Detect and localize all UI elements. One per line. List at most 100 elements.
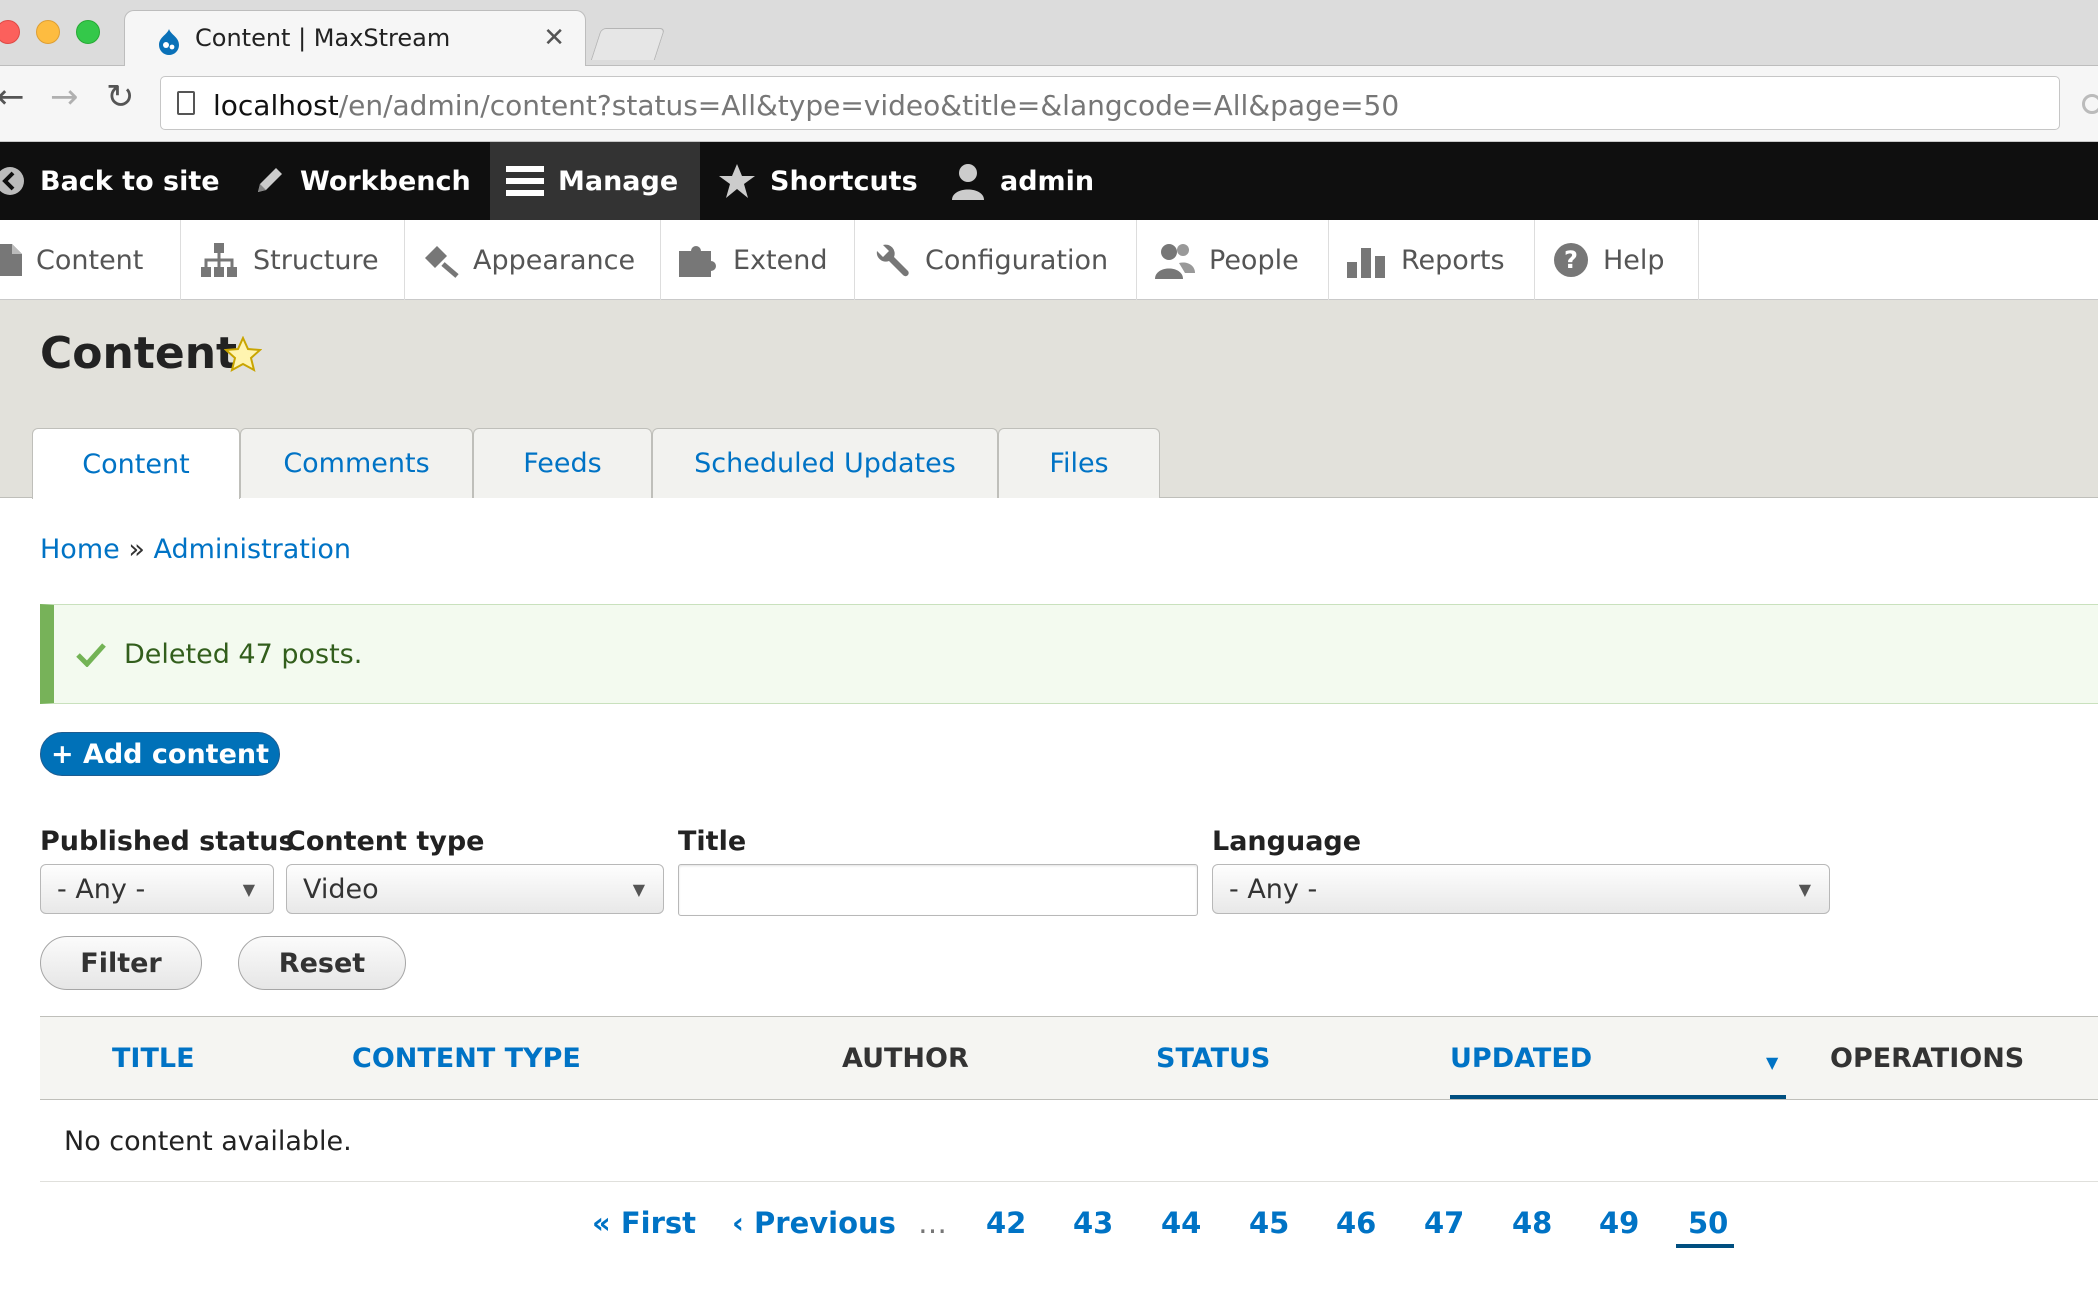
pager-first-link[interactable]: « First [592,1206,696,1240]
page-header: Content Content Comments Feeds Scheduled… [0,300,2098,499]
reset-button[interactable]: Reset [238,936,406,990]
bar-chart-icon [1347,248,1385,278]
people-icon [1155,244,1195,279]
filter-button[interactable]: Filter [40,936,202,990]
browser-tab-title: Content | MaxStream [195,24,451,52]
new-tab-button[interactable] [590,28,666,60]
toolbar-shortcuts[interactable]: Shortcuts [718,142,918,220]
forward-arrow-icon[interactable]: → [50,80,79,114]
page-title: Content [40,328,238,379]
select-value: Video [303,874,379,905]
active-sort-indicator [1450,1095,1786,1099]
content-table-header: Title Content type Author Status Updated… [40,1016,2098,1100]
column-operations: Operations [1830,1043,2025,1074]
browser-tab-active[interactable]: Content | MaxStream ✕ [124,10,586,67]
status-message-text: Deleted 47 posts. [124,639,363,670]
pager-page-link[interactable]: 48 [1512,1206,1552,1240]
tab-label: Feeds [523,448,602,479]
toolbar-item-label: Shortcuts [770,165,918,197]
tab-scheduled-updates[interactable]: Scheduled Updates [652,428,998,498]
file-icon [0,244,22,276]
pager-page-link[interactable]: 47 [1424,1206,1464,1240]
brush-icon [425,246,459,278]
user-icon [952,164,984,200]
tray-item-label: Content [36,244,144,276]
window-minimize-button[interactable] [36,20,60,44]
tray-item-help[interactable]: ? Help [1535,220,1699,300]
tab-label: Files [1049,448,1109,479]
language-select[interactable]: - Any - ▼ [1212,864,1830,914]
check-icon [76,643,106,667]
tray-item-configuration[interactable]: Configuration [855,220,1137,300]
page-icon [177,91,195,115]
toolbar-workbench[interactable]: Workbench [252,142,471,220]
pager-ellipsis: … [918,1206,947,1240]
tab-label: Scheduled Updates [694,448,956,479]
sitemap-icon [201,243,237,277]
address-bar[interactable]: localhost/en/admin/content?status=All&ty… [160,76,2060,130]
browser-toolbar: ← → ↻ localhost/en/admin/content?status=… [0,66,2098,142]
tray-item-extend[interactable]: Extend [661,220,855,300]
tab-close-icon[interactable]: ✕ [543,23,565,53]
add-content-button[interactable]: + Add content [40,732,280,776]
published-status-select[interactable]: - Any - ▼ [40,864,274,914]
window-zoom-button[interactable] [76,20,100,44]
select-value: - Any - [1229,874,1318,905]
tray-item-structure[interactable]: Structure [181,220,405,300]
column-title[interactable]: Title [112,1043,195,1074]
toolbar-item-label: Manage [558,165,679,197]
window-close-button[interactable] [0,20,20,44]
pager-page-link[interactable]: 43 [1073,1206,1113,1240]
pager-page-link[interactable]: 46 [1336,1206,1376,1240]
tray-item-people[interactable]: People [1137,220,1329,300]
pager-current-indicator [1676,1244,1734,1248]
tray-item-label: Help [1603,244,1665,276]
toolbar-item-label: Back to site [40,165,220,197]
back-arrow-icon[interactable]: ← [0,80,25,114]
sort-descending-icon: ▼ [1766,1053,1779,1072]
tray-item-reports[interactable]: Reports [1329,220,1535,300]
tab-label: Content [82,448,190,480]
url-text: localhost/en/admin/content?status=All&ty… [213,89,1400,122]
pencil-icon [258,168,282,192]
column-status[interactable]: Status [1156,1043,1270,1074]
tab-files[interactable]: Files [998,428,1160,498]
toolbar-manage[interactable]: Manage [490,142,700,220]
pager-current-page: 50 [1688,1206,1729,1240]
tray-item-content[interactable]: Content [0,220,181,300]
reload-icon[interactable]: ↻ [106,80,135,114]
breadcrumb-separator: » [128,534,145,565]
pager-page-link[interactable]: 45 [1249,1206,1289,1240]
tab-content[interactable]: Content [32,428,240,499]
back-arrow-icon [0,167,24,195]
puzzle-icon [679,246,717,277]
content-type-select[interactable]: Video ▼ [286,864,664,914]
chevron-down-icon: ▼ [632,880,645,899]
tray-item-label: Configuration [925,244,1109,276]
tray-item-label: Structure [253,244,379,276]
star-icon [719,164,755,198]
shortcut-star-icon[interactable] [224,336,262,372]
tab-comments[interactable]: Comments [240,428,473,498]
column-content-type[interactable]: Content type [352,1043,581,1074]
pager-page-link[interactable]: 49 [1599,1206,1639,1240]
breadcrumb-home-link[interactable]: Home [40,534,120,565]
pager-previous-link[interactable]: ‹ Previous [732,1206,896,1240]
toolbar-back-to-site[interactable]: Back to site [0,142,220,220]
pager-page-link[interactable]: 42 [986,1206,1026,1240]
pager-page-link[interactable]: 44 [1161,1206,1201,1240]
table-empty-row: No content available. [40,1100,2098,1182]
tab-feeds[interactable]: Feeds [473,428,652,498]
select-value: - Any - [57,874,146,905]
breadcrumb-administration-link[interactable]: Administration [153,534,351,565]
tray-item-label: Appearance [473,244,636,276]
toolbar-item-label: Workbench [300,165,471,197]
column-updated[interactable]: Updated [1450,1043,1592,1074]
title-input[interactable] [678,864,1198,916]
tab-label: Comments [283,448,430,479]
tray-item-appearance[interactable]: Appearance [405,220,661,300]
extension-icon[interactable] [2082,94,2098,114]
breadcrumb: Home » Administration [40,534,351,565]
toolbar-user[interactable]: admin [950,142,1094,220]
tray-item-label: Extend [733,244,828,276]
